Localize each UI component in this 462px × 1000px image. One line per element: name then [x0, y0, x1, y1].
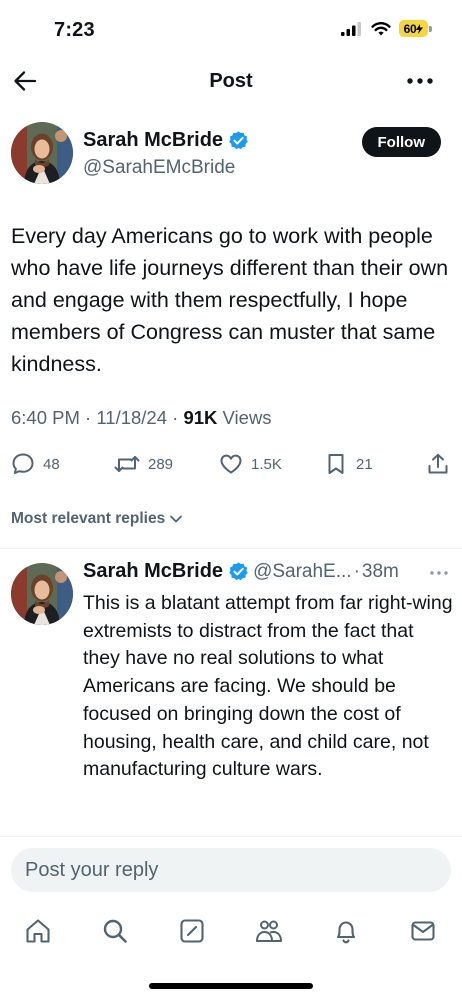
- reply-more-button[interactable]: [430, 562, 448, 580]
- reply-count: 48: [43, 455, 60, 473]
- battery-level: 60: [403, 21, 417, 36]
- views-count: 91K: [183, 407, 218, 428]
- messages-icon: [411, 921, 435, 941]
- tab-communities[interactable]: [252, 914, 286, 948]
- post-date[interactable]: 11/18/24: [96, 407, 167, 428]
- page-title: Post: [209, 70, 253, 92]
- notifications-icon: [336, 921, 356, 944]
- divider: [0, 836, 462, 837]
- repost-icon: [114, 456, 140, 472]
- reply-text: This is a blatant attempt from far right…: [83, 592, 453, 781]
- status-icons: 60: [341, 20, 432, 37]
- repost-count: 289: [148, 455, 174, 473]
- tab-compose[interactable]: [175, 914, 209, 948]
- compose-icon: [180, 919, 204, 943]
- reply-author-handle[interactable]: @SarahE...: [253, 561, 352, 583]
- reply-time[interactable]: 38m: [362, 561, 399, 583]
- share-button[interactable]: [426, 452, 450, 476]
- status-bar: 7:23 60: [0, 0, 462, 56]
- tab-home[interactable]: [21, 914, 55, 948]
- wifi-icon: [371, 22, 391, 36]
- bookmark-icon: [328, 454, 344, 474]
- tab-messages[interactable]: [406, 914, 440, 948]
- divider: [0, 548, 462, 549]
- avatar[interactable]: [11, 563, 73, 625]
- post-text: Every day Americans go to work with peop…: [11, 224, 449, 376]
- top-bar: Post: [0, 56, 462, 108]
- author-name[interactable]: Sarah McBride: [83, 129, 223, 152]
- meta-separator: ·: [172, 407, 179, 428]
- author-name-row: Sarah McBride: [83, 129, 249, 152]
- reply-composer[interactable]: [11, 848, 451, 892]
- home-indicator: [149, 983, 313, 989]
- bookmark-count: 21: [356, 455, 373, 473]
- reply-icon: [12, 453, 34, 474]
- bottom-tab-bar: [0, 914, 462, 948]
- reply-button[interactable]: 48: [11, 452, 60, 476]
- reply-header: Sarah McBride @SarahE... · 38m: [83, 560, 448, 583]
- reply-author-name[interactable]: Sarah McBride: [83, 560, 223, 583]
- verified-badge-icon: [229, 131, 248, 150]
- follow-button[interactable]: Follow: [361, 127, 441, 157]
- author-handle[interactable]: @SarahEMcBride: [83, 157, 235, 179]
- reply-input[interactable]: [11, 848, 451, 892]
- verified-badge-icon: [229, 562, 248, 581]
- status-time: 7:23: [54, 19, 95, 41]
- heart-icon: [220, 454, 242, 474]
- share-icon: [428, 453, 448, 474]
- tab-search[interactable]: [98, 914, 132, 948]
- search-icon: [103, 919, 127, 943]
- battery-icon: 60: [399, 20, 432, 37]
- meta-separator: ·: [85, 407, 92, 428]
- like-count: 1.5K: [251, 455, 282, 473]
- replies-sort-label: Most relevant replies: [11, 510, 166, 527]
- post-meta: 6:40 PM · 11/18/24 · 91K Views: [11, 407, 272, 429]
- cellular-signal-icon: [341, 21, 361, 36]
- tab-notifications[interactable]: [329, 914, 363, 948]
- bookmark-button[interactable]: 21: [324, 452, 373, 476]
- more-options-button[interactable]: [402, 68, 438, 94]
- post-actions: 48 289 1.5K 21: [0, 452, 462, 482]
- views-label: Views: [222, 407, 272, 428]
- chevron-down-icon: [170, 515, 183, 523]
- replies-sort-dropdown[interactable]: Most relevant replies: [11, 510, 183, 528]
- like-button[interactable]: 1.5K: [219, 452, 282, 476]
- home-icon: [26, 919, 50, 943]
- more-horizontal-icon: [430, 571, 448, 575]
- more-horizontal-icon: [407, 78, 433, 84]
- avatar[interactable]: [11, 122, 73, 184]
- post-time[interactable]: 6:40 PM: [11, 407, 80, 428]
- repost-button[interactable]: 289: [114, 452, 173, 476]
- reply-separator: ·: [353, 560, 360, 582]
- post-author: Sarah McBride @SarahEMcBride Follow: [0, 122, 462, 190]
- communities-icon: [256, 920, 282, 942]
